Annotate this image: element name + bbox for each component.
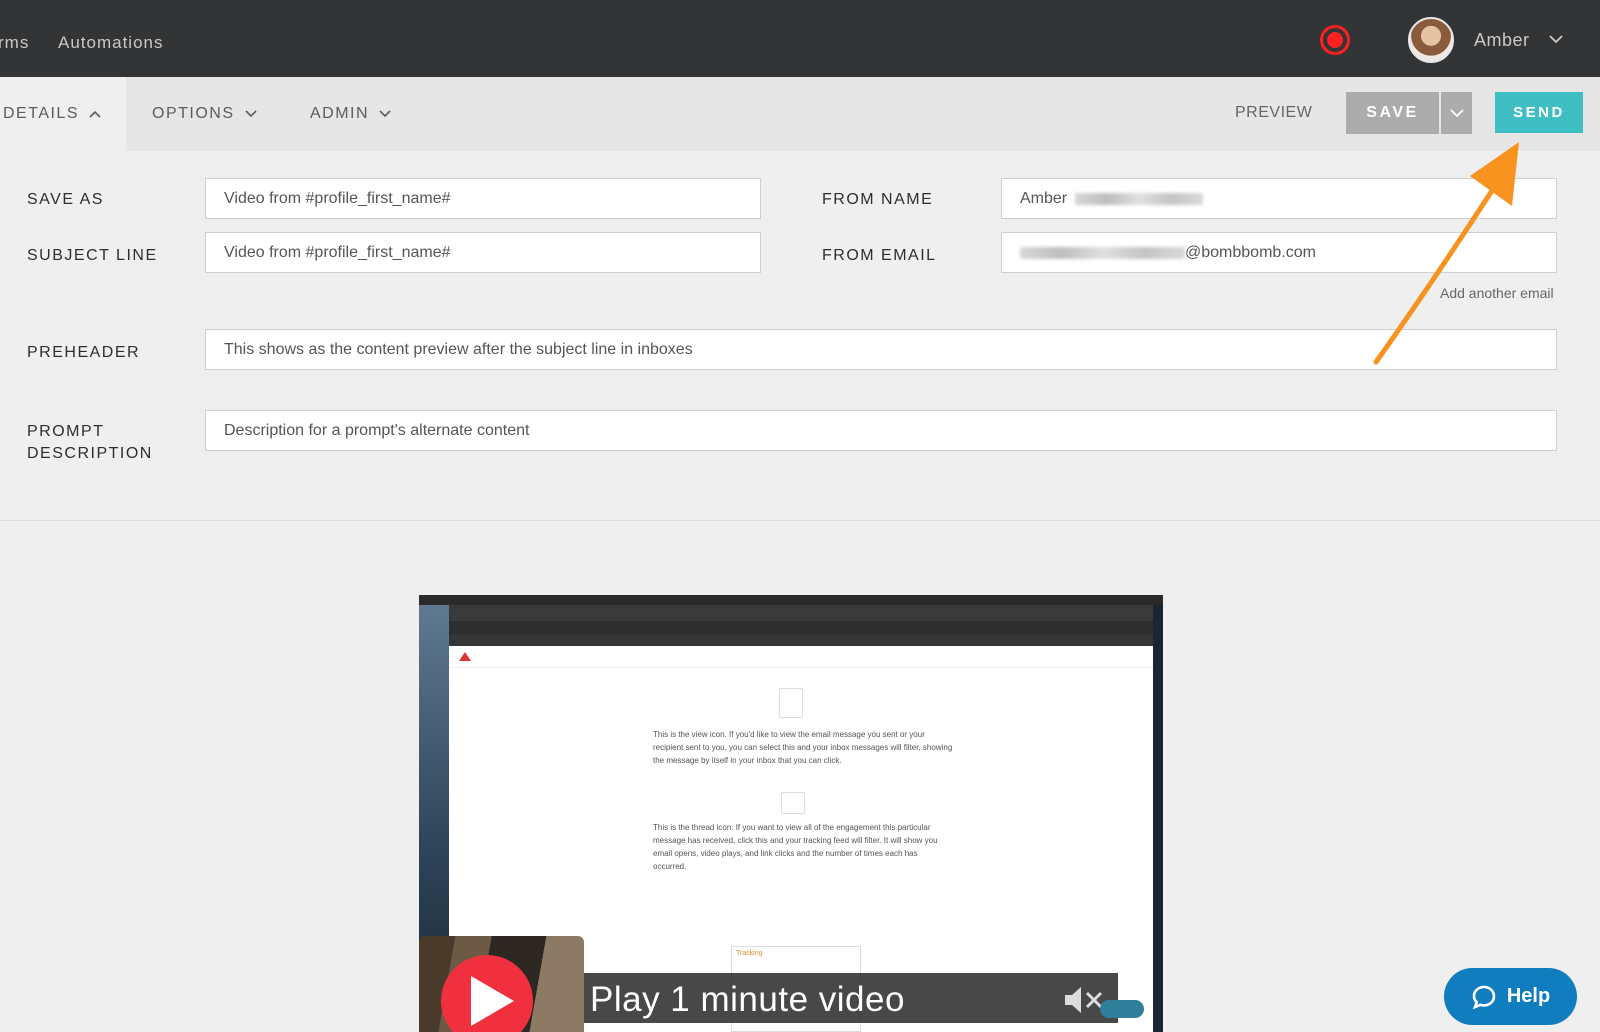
tab-options[interactable]: OPTIONS [152,77,257,151]
editor-tab-bar: DETAILS OPTIONS ADMIN PREVIEW SAVE SEND [0,77,1600,151]
desktop-background-right [1153,605,1163,1032]
tab-admin-label: ADMIN [310,105,370,122]
prompt-description-input[interactable]: Description for a prompt's alternate con… [205,410,1557,451]
preheader-input[interactable]: This shows as the content preview after … [205,329,1557,370]
record-icon[interactable] [1320,25,1350,55]
redacted-last-name [1075,192,1204,205]
prompt-description-label-line2: DESCRIPTION [27,445,153,462]
save-as-input[interactable]: Video from #profile_first_name# [205,178,761,219]
redacted-email-user [1020,246,1185,259]
prompt-description-placeholder: Description for a prompt's alternate con… [224,421,530,439]
video-bookmarks-bar [449,635,1153,646]
video-page-text-2: This is the thread icon. If you want to … [653,823,938,871]
chevron-down-icon [244,110,257,118]
preheader-label: PREHEADER [27,344,141,361]
subject-line-input[interactable]: Video from #profile_first_name# [205,232,761,273]
from-name-label: FROM NAME [822,191,934,208]
video-page-text-1: This is the view icon. If you'd like to … [653,730,953,765]
avatar[interactable] [1408,17,1454,63]
subject-line-value: Video from #profile_first_name# [224,243,451,261]
tracking-label: Tracking [736,950,763,957]
video-page-header [449,646,1153,668]
view-icon [779,688,803,718]
nav-forms-link[interactable]: rms [0,33,29,53]
thread-icon [781,792,805,814]
chevron-down-icon [1449,108,1464,117]
tab-details-label: DETAILS [3,105,79,122]
tab-admin[interactable]: ADMIN [310,77,391,151]
video-help-badge [1100,1000,1144,1018]
user-name[interactable]: Amber [1474,30,1530,51]
save-as-label: SAVE AS [27,191,104,208]
help-label: Help [1506,985,1551,1007]
send-button[interactable]: SEND [1495,92,1583,133]
nav-automations-link[interactable]: Automations [58,33,164,53]
bombbomb-logo-icon [459,652,471,661]
help-button[interactable]: Help [1444,968,1577,1025]
play-icon [471,976,514,1026]
video-url-bar [449,621,1153,635]
video-menubar [419,595,1163,605]
tab-details[interactable]: DETAILS [0,77,126,151]
chevron-down-icon [379,110,391,118]
from-email-domain: @bombbomb.com [1185,243,1316,261]
preview-link[interactable]: PREVIEW [1235,104,1312,122]
top-navigation-bar: rms Automations Amber [0,0,1600,77]
add-another-email-link[interactable]: Add another email [1440,285,1554,301]
video-play-title: Play 1 minute video [590,980,905,1019]
prompt-description-label: PROMPT DESCRIPTION [27,421,153,465]
from-name-value: Amber [1020,189,1068,207]
from-email-input[interactable]: @bombbomb.com [1001,232,1557,273]
chevron-up-icon [89,110,101,118]
tab-options-label: OPTIONS [152,105,235,122]
chevron-down-icon[interactable] [1548,33,1564,45]
subject-line-label: SUBJECT LINE [27,247,158,264]
from-name-input[interactable]: Amber [1001,178,1557,219]
save-button[interactable]: SAVE [1346,92,1439,134]
preheader-placeholder: This shows as the content preview after … [224,340,693,358]
save-options-dropdown[interactable] [1441,92,1472,134]
save-as-value: Video from #profile_first_name# [224,189,451,207]
prompt-description-label-line1: PROMPT [27,423,105,440]
chat-bubble-icon [1472,985,1496,1009]
video-browser-tabs [449,605,1153,621]
from-email-label: FROM EMAIL [822,247,937,264]
